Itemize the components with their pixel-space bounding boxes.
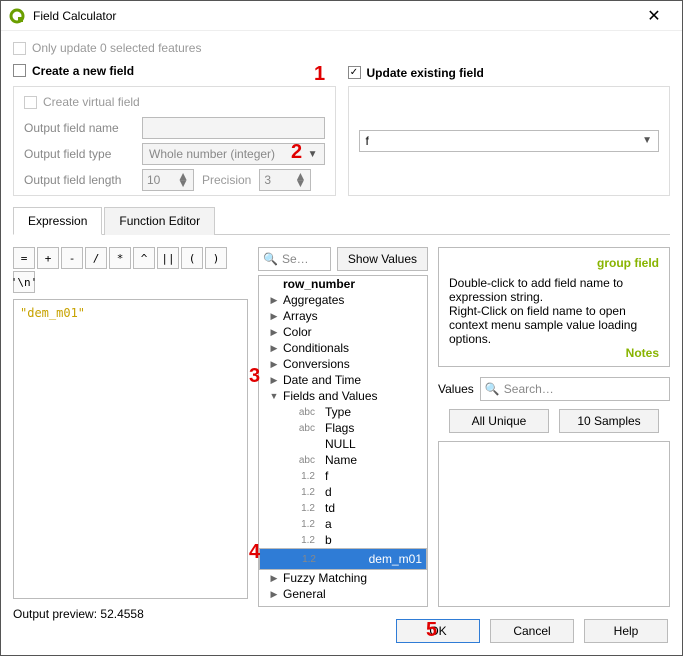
tree-field[interactable]: 1.2d	[259, 484, 427, 500]
help-body2: Right-Click on field name to open contex…	[449, 304, 659, 346]
precision-spin: 3 ▲▼	[259, 169, 311, 191]
show-values-button[interactable]: Show Values	[337, 247, 428, 271]
search-icon: 🔍	[263, 252, 278, 266]
operator-button[interactable]: '\n'	[13, 271, 35, 293]
tree-group[interactable]: ▶Date and Time	[259, 372, 427, 388]
checkbox-icon: ✓	[348, 66, 361, 79]
output-type-value: Whole number (integer)	[149, 147, 275, 161]
tree-group[interactable]: ▶Conditionals	[259, 340, 427, 356]
expression-panel: =+-/*^||()'\n' "dem_m01" Output preview:…	[13, 247, 670, 607]
tree-group[interactable]: ▶General	[259, 586, 427, 602]
operator-button[interactable]: ||	[157, 247, 179, 269]
ten-samples-button[interactable]: 10 Samples	[559, 409, 659, 433]
checkbox-icon	[24, 96, 37, 109]
tab-expression[interactable]: Expression	[13, 207, 102, 235]
values-search[interactable]: 🔍 Search…	[480, 377, 670, 401]
update-field-group: f ▼	[348, 86, 671, 196]
operator-button[interactable]: (	[181, 247, 203, 269]
tree-field[interactable]: 1.2dem_m01	[259, 548, 427, 570]
output-type-select: Whole number (integer) ▼	[142, 143, 325, 165]
expression-editor[interactable]: "dem_m01"	[13, 299, 248, 599]
tree-field[interactable]: 1.2b	[259, 532, 427, 548]
help-body1: Double-click to add field name to expres…	[449, 276, 659, 304]
all-unique-button[interactable]: All Unique	[449, 409, 549, 433]
create-new-field-checkbox[interactable]: Create a new field	[13, 64, 134, 78]
output-type-label: Output field type	[24, 147, 134, 161]
field-calculator-window: Field Calculator ✕ Only update 0 selecte…	[0, 0, 683, 656]
tree-group[interactable]: ▶Conversions	[259, 356, 427, 372]
tabs: Expression Function Editor	[13, 206, 670, 235]
tree-field[interactable]: NULL	[259, 436, 427, 452]
help-notes: Notes	[626, 346, 659, 360]
tree-field[interactable]: abcFlags	[259, 420, 427, 436]
help-button[interactable]: Help	[584, 619, 668, 643]
update-field-select[interactable]: f ▼	[359, 130, 660, 152]
tree-row-number[interactable]: row_number	[259, 276, 427, 292]
checkbox-icon	[13, 64, 26, 77]
checkbox-icon	[13, 42, 26, 55]
help-title: group field	[449, 256, 659, 270]
operator-button[interactable]: *	[109, 247, 131, 269]
help-values-panel: group field Double-click to add field na…	[438, 247, 670, 607]
tab-function-editor[interactable]: Function Editor	[104, 207, 215, 235]
values-label: Values	[438, 382, 474, 396]
operator-button[interactable]: +	[37, 247, 59, 269]
output-length-label: Output field length	[24, 173, 134, 187]
close-button[interactable]: ✕	[634, 6, 674, 26]
tree-field[interactable]: abcName	[259, 452, 427, 468]
tree-group[interactable]: ▶Aggregates	[259, 292, 427, 308]
tree-field[interactable]: abcType	[259, 404, 427, 420]
qgis-icon	[9, 8, 25, 24]
operator-bar: =+-/*^||() '\n'	[13, 247, 248, 293]
chevron-down-icon: ▼	[308, 149, 318, 160]
dialog-buttons: OK Cancel Help	[396, 619, 668, 643]
only-update-label: Only update 0 selected features	[32, 41, 201, 55]
operator-button[interactable]: )	[205, 247, 227, 269]
virtual-label: Create virtual field	[43, 95, 140, 109]
preview-value: 52.4558	[100, 607, 143, 621]
new-field-group: Create virtual field Output field name O…	[13, 86, 336, 196]
function-tree[interactable]: row_number▶Aggregates▶Arrays▶Color▶Condi…	[258, 275, 428, 607]
tree-group[interactable]: ▶Color	[259, 324, 427, 340]
output-name-label: Output field name	[24, 121, 134, 135]
operator-button[interactable]: /	[85, 247, 107, 269]
function-search[interactable]: 🔍 Se…	[258, 247, 331, 271]
window-title: Field Calculator	[33, 9, 634, 23]
cancel-button[interactable]: Cancel	[490, 619, 574, 643]
values-list[interactable]	[438, 441, 670, 607]
create-virtual-checkbox: Create virtual field	[24, 95, 140, 109]
update-field-value: f	[366, 134, 369, 148]
update-existing-label: Update existing field	[367, 66, 484, 80]
tree-group[interactable]: ▶Fuzzy Matching	[259, 570, 427, 586]
tree-field[interactable]: 1.2f	[259, 468, 427, 484]
operator-button[interactable]: -	[61, 247, 83, 269]
content: Only update 0 selected features Create a…	[1, 31, 682, 607]
tree-group-fields[interactable]: ▼Fields and Values	[259, 388, 427, 404]
operator-button[interactable]: ^	[133, 247, 155, 269]
precision-label: Precision	[202, 173, 251, 187]
output-preview: Output preview: 52.4558	[13, 607, 248, 621]
chevron-down-icon: ▼	[642, 135, 652, 146]
operator-button[interactable]: =	[13, 247, 35, 269]
search-icon: 🔍	[485, 382, 500, 396]
output-length-spin: 10 ▲▼	[142, 169, 194, 191]
output-name-input	[142, 117, 325, 139]
function-tree-panel: 🔍 Se… Show Values row_number▶Aggregates▶…	[258, 247, 428, 607]
help-box: group field Double-click to add field na…	[438, 247, 670, 367]
ok-button[interactable]: OK	[396, 619, 480, 643]
tree-field[interactable]: 1.2a	[259, 516, 427, 532]
titlebar: Field Calculator ✕	[1, 1, 682, 31]
tree-group[interactable]: ▶Arrays	[259, 308, 427, 324]
update-existing-checkbox[interactable]: ✓ Update existing field	[348, 66, 484, 80]
tree-field[interactable]: 1.2td	[259, 500, 427, 516]
expression-left: =+-/*^||()'\n' "dem_m01" Output preview:…	[13, 247, 248, 607]
only-update-checkbox[interactable]: Only update 0 selected features	[13, 41, 201, 55]
create-new-label: Create a new field	[32, 64, 134, 78]
